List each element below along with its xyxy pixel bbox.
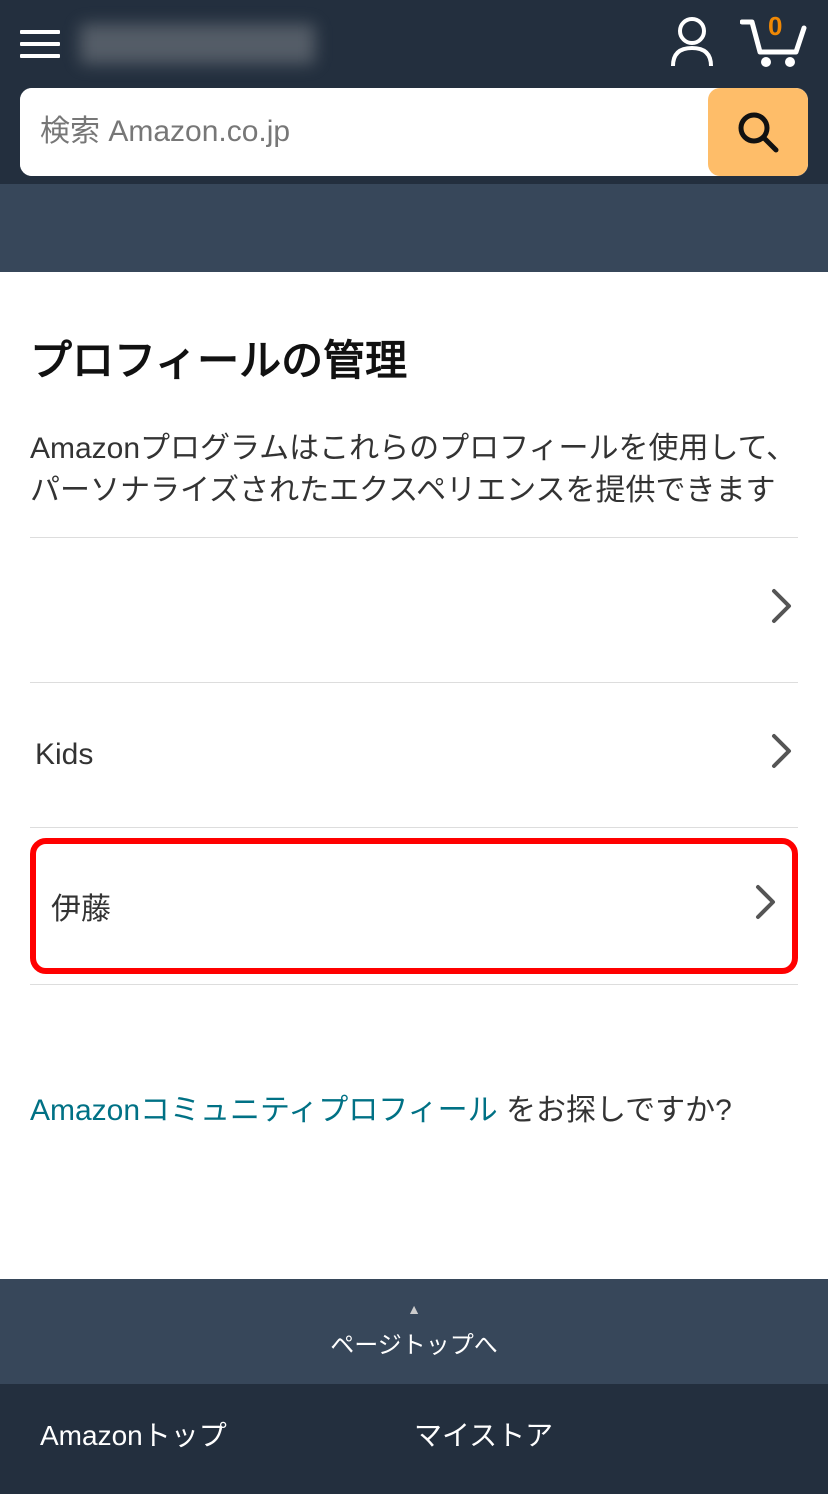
profile-name: Kids — [35, 738, 93, 772]
user-icon[interactable] — [669, 16, 715, 73]
cart-count: 0 — [768, 11, 782, 42]
search-input[interactable] — [20, 88, 708, 176]
page-top-button[interactable]: ▲ ページトップへ — [0, 1279, 828, 1384]
page-title: プロフィールの管理 — [30, 327, 798, 388]
profile-list: Kids 伊藤 — [30, 537, 798, 974]
logo[interactable] — [80, 24, 315, 64]
community-section: Amazonコミュニティプロフィール をお探しですか? — [30, 1085, 798, 1129]
header-bottom-bar — [0, 184, 828, 272]
community-after-text: をお探しですか? — [498, 1094, 732, 1127]
profile-item-ito[interactable]: 伊藤 — [30, 838, 798, 974]
cart-icon[interactable]: 0 — [740, 16, 808, 73]
community-profile-link[interactable]: Amazonコミュニティプロフィール — [30, 1094, 498, 1127]
profile-name: 伊藤 — [51, 884, 111, 928]
header-top: 0 — [0, 0, 828, 88]
page-top-label: ページトップへ — [330, 1332, 498, 1359]
hamburger-menu-icon[interactable] — [20, 22, 60, 66]
profile-item-0[interactable] — [30, 538, 798, 683]
search-button[interactable] — [708, 88, 808, 176]
search-bar — [20, 88, 808, 184]
profile-item-kids[interactable]: Kids — [30, 683, 798, 828]
triangle-up-icon: ▲ — [0, 1301, 828, 1317]
chevron-right-icon — [755, 884, 777, 928]
search-icon — [736, 110, 780, 154]
chevron-right-icon — [771, 588, 793, 632]
chevron-right-icon — [771, 733, 793, 777]
page-description: Amazonプログラムはこれらのプロフィールを使用して、パーソナライズされたエク… — [30, 428, 798, 512]
footer-link-amazon-top[interactable]: Amazonトップ — [40, 1404, 414, 1464]
footer-links: Amazonトップ マイストア — [0, 1384, 828, 1494]
footer-link-my-store[interactable]: マイストア — [414, 1404, 788, 1464]
header: 0 — [0, 0, 828, 272]
main-content: プロフィールの管理 Amazonプログラムはこれらのプロフィールを使用して、パー… — [0, 272, 828, 1159]
